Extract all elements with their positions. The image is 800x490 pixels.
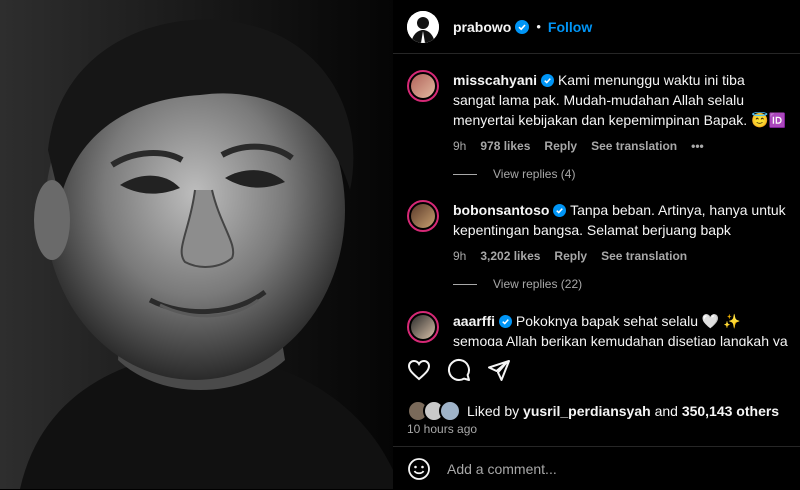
liked-by-prefix: Liked by xyxy=(467,403,520,419)
author-username[interactable]: prabowo xyxy=(453,19,511,35)
view-replies-label: View replies (4) xyxy=(493,167,576,181)
view-replies-button[interactable]: View replies (22) xyxy=(453,277,582,291)
portrait-image xyxy=(0,0,393,489)
post-timestamp[interactable]: 10 hours ago xyxy=(407,422,477,436)
follow-button[interactable]: Follow xyxy=(548,19,592,35)
header-separator: • xyxy=(536,19,541,34)
liked-by-count[interactable]: 350,143 others xyxy=(682,403,779,419)
like-heart-icon[interactable] xyxy=(407,358,431,382)
comment-likes[interactable]: 978 likes xyxy=(480,136,530,156)
more-options-icon[interactable]: ••• xyxy=(691,136,704,156)
comment-item: bobonsantoso Tanpa beban. Artinya, hanya… xyxy=(407,200,788,266)
verified-badge-icon xyxy=(553,204,567,217)
view-replies-button[interactable]: View replies (4) xyxy=(453,167,575,181)
emoji-picker-icon[interactable] xyxy=(407,457,431,481)
view-replies-label: View replies (22) xyxy=(493,277,583,291)
see-translation-button[interactable]: See translation xyxy=(601,246,687,266)
author-avatar[interactable] xyxy=(407,10,439,43)
share-send-icon[interactable] xyxy=(487,358,511,382)
comment-input[interactable]: Add a comment... xyxy=(447,461,557,477)
verified-badge-icon xyxy=(499,315,513,328)
comment-item: aaarffi Pokoknya bapak sehat selalu 🤍 ✨ … xyxy=(407,311,788,346)
commenter-username[interactable]: aaarffi xyxy=(453,313,495,329)
comments-list[interactable]: misscahyani Kami menunggu waktu ini tiba… xyxy=(393,54,800,346)
post-panel: prabowo • Follow misscahyani Kami menung… xyxy=(393,0,800,489)
comment-item: misscahyani Kami menunggu waktu ini tiba… xyxy=(407,70,788,156)
replies-divider xyxy=(453,173,477,175)
comment-likes[interactable]: 3,202 likes xyxy=(480,246,540,266)
comment-bubble-icon[interactable] xyxy=(447,358,471,382)
verified-badge-icon xyxy=(515,19,530,34)
liker-avatar xyxy=(439,400,461,422)
reply-button[interactable]: Reply xyxy=(544,136,577,156)
commenter-avatar[interactable] xyxy=(407,311,439,343)
comment-time: 9h xyxy=(453,139,467,153)
liker-avatars xyxy=(407,400,461,422)
commenter-username[interactable]: bobonsantoso xyxy=(453,202,549,218)
reply-button[interactable]: Reply xyxy=(554,246,587,266)
commenter-avatar[interactable] xyxy=(407,70,439,102)
comment-time: 9h xyxy=(453,249,467,263)
commenter-username[interactable]: misscahyani xyxy=(453,72,537,88)
post-photo[interactable] xyxy=(0,0,393,489)
liked-by-user[interactable]: yusril_perdiansyah xyxy=(523,403,651,419)
verified-badge-icon xyxy=(541,74,555,87)
action-bar xyxy=(407,358,511,382)
replies-divider xyxy=(453,283,477,285)
liked-by-and: and xyxy=(654,403,678,419)
comment-composer: Add a comment... xyxy=(393,446,800,490)
see-translation-button[interactable]: See translation xyxy=(591,136,677,156)
commenter-avatar[interactable] xyxy=(407,200,439,232)
likes-summary: Liked by yusril_perdiansyah and 350,143 … xyxy=(407,400,779,422)
post-header: prabowo • Follow xyxy=(393,0,800,54)
